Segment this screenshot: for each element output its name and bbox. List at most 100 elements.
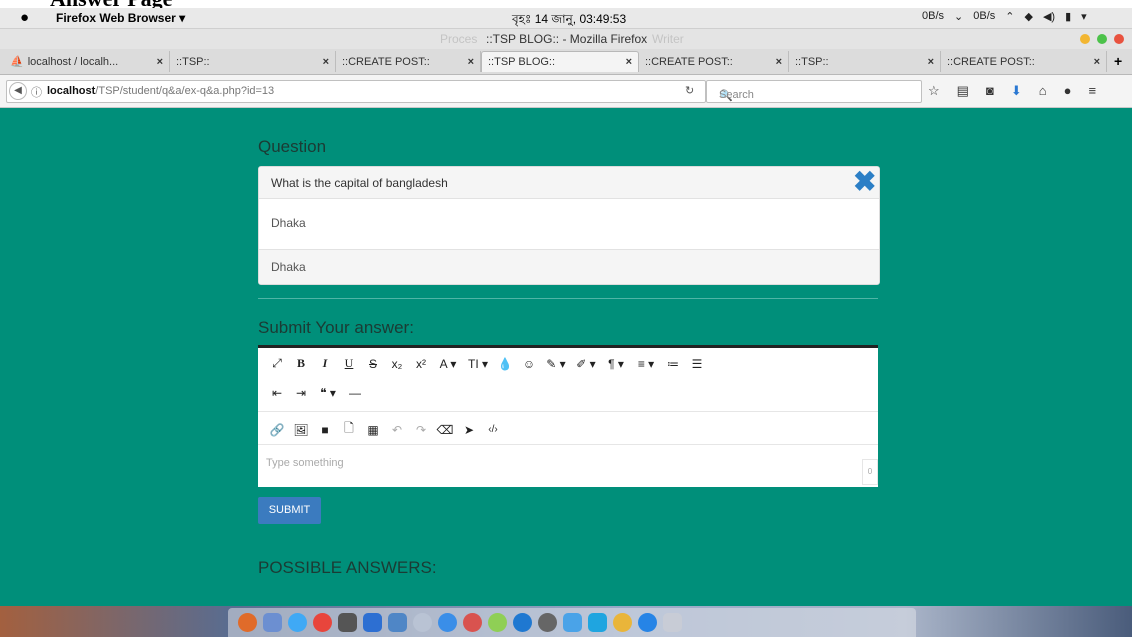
music-icon[interactable] [313, 613, 332, 632]
toolbar-row-3: 🔗 🖼 ■ 🗋 ▦ ↶ ↷ ⌫ ➤ ‹/› [266, 419, 506, 440]
search-input[interactable]: 🔍 Search [706, 80, 922, 103]
superscript-button[interactable]: x² [410, 357, 432, 371]
close-icon[interactable]: ✖ [853, 167, 876, 198]
clock[interactable]: বৃহঃ 14 জানু, 03:49:53 [512, 11, 626, 31]
tab-phpmyadmin[interactable]: ⛵ localhost / localh... × [4, 51, 170, 72]
submit-button[interactable]: SUBMIT [258, 497, 321, 524]
app-menu[interactable]: Firefox Web Browser ▾ [56, 11, 185, 25]
color-drop-icon[interactable]: 💧 [494, 357, 516, 371]
emoticon-icon[interactable]: ☺ [518, 357, 540, 371]
marker-dropdown[interactable]: ✐ ▾ [572, 357, 600, 371]
paragraph-dropdown[interactable]: ¶ ▾ [602, 357, 630, 371]
reading-list-icon[interactable]: ▤ [957, 83, 969, 99]
firefox-icon[interactable] [238, 613, 257, 632]
table-icon[interactable]: ▦ [362, 423, 384, 437]
outdent-icon[interactable]: ⇤ [266, 386, 288, 400]
tab-close-icon[interactable]: × [1094, 56, 1100, 68]
italic-button[interactable]: I [314, 356, 336, 371]
pocket-icon[interactable]: ◙ [986, 83, 994, 99]
maximize-button[interactable] [1097, 34, 1107, 44]
site-info-icon[interactable]: ⓘ [31, 84, 42, 100]
reload-icon[interactable]: ↻ [685, 84, 694, 97]
bookmark-star-icon[interactable]: ☆ [928, 83, 940, 99]
preview-icon[interactable] [263, 613, 282, 632]
window-title: ::TSP BLOG:: - Mozilla Firefox [486, 32, 648, 46]
tab-close-icon[interactable]: × [157, 56, 163, 68]
system-prefs-icon[interactable] [538, 613, 557, 632]
file-icon[interactable]: 🗋 [338, 419, 360, 440]
tab-tsp-blog[interactable]: ::TSP BLOG:: × [481, 51, 639, 72]
tab-create-post[interactable]: ::CREATE POST:: × [941, 51, 1107, 72]
nav-toolbar-icons: ☆ ▤ ◙ ⬇ ⌂ ● ≡ [928, 83, 1096, 99]
finder-icon[interactable] [388, 613, 407, 632]
indent-icon[interactable]: ⇥ [290, 386, 312, 400]
back-arrow-icon[interactable]: ◀ [9, 82, 27, 100]
volume-icon[interactable]: ◀) [1043, 10, 1055, 23]
image-icon[interactable]: 🖼 [290, 423, 312, 437]
close-window-button[interactable] [1114, 34, 1124, 44]
chrome-icon[interactable] [613, 613, 632, 632]
link-icon[interactable]: 🔗 [266, 423, 288, 437]
subscript-button[interactable]: x₂ [386, 357, 408, 371]
align-dropdown[interactable]: ≡ ▾ [632, 357, 660, 371]
messenger-icon[interactable] [513, 613, 532, 632]
status-icons: 0B/s ⌄ 0B/s ⌃ ◆ ◀) ▮ ▾ [922, 10, 1087, 23]
url-text[interactable]: localhost/TSP/student/q&a/ex-q&a.php?id=… [47, 85, 274, 97]
tab-close-icon[interactable]: × [468, 56, 474, 68]
sticker-icon[interactable] [463, 613, 482, 632]
chat-icon[interactable]: ● [1064, 83, 1072, 99]
url-bar[interactable]: ◀ ⓘ localhost/TSP/student/q&a/ex-q&a.php… [6, 80, 706, 103]
quote-dropdown[interactable]: ❝ ▾ [314, 386, 342, 400]
horizontal-rule-icon[interactable]: — [344, 386, 366, 400]
tab-tsp[interactable]: ::TSP:: × [789, 51, 941, 72]
tab-close-icon[interactable]: × [323, 56, 329, 68]
tab-create-post[interactable]: ::CREATE POST:: × [336, 51, 481, 72]
contacts-icon[interactable] [488, 613, 507, 632]
editor-textarea[interactable]: Type something [266, 457, 344, 469]
underline-button[interactable]: U [338, 356, 360, 371]
toolbar-row-1: ⤢ B I U S x₂ x² A ▾ TI ▾ 💧 ☺ ✎ ▾ ✐ ▾ ¶ ▾… [266, 356, 710, 371]
home-icon[interactable]: ⌂ [1039, 83, 1047, 99]
highlight-dropdown[interactable]: ✎ ▾ [542, 357, 570, 371]
tab-close-icon[interactable]: × [928, 56, 934, 68]
undo-icon[interactable]: ↶ [386, 423, 408, 437]
app-store-icon[interactable] [438, 613, 457, 632]
html-code-icon[interactable]: ‹/› [482, 424, 504, 435]
writer-icon[interactable] [363, 613, 382, 632]
minimize-button[interactable] [1080, 34, 1090, 44]
video-icon[interactable]: ■ [314, 423, 336, 437]
rich-text-editor: ⤢ B I U S x₂ x² A ▾ TI ▾ 💧 ☺ ✎ ▾ ✐ ▾ ¶ ▾… [258, 345, 878, 487]
select-all-icon[interactable]: ➤ [458, 423, 480, 437]
hamburger-menu-icon[interactable]: ≡ [1088, 83, 1096, 99]
net-down-rate: 0B/s [922, 10, 945, 22]
tab-close-icon[interactable]: × [626, 56, 632, 68]
dropdown-icon[interactable]: ▾ [1081, 10, 1087, 23]
fullscreen-icon[interactable]: ⤢ [266, 356, 288, 371]
wifi-icon[interactable]: ◆ [1024, 10, 1032, 23]
camera-icon[interactable] [338, 613, 357, 632]
strikethrough-button[interactable]: S [362, 357, 384, 371]
tab-close-icon[interactable]: × [776, 56, 782, 68]
battery-icon[interactable]: ▮ [1065, 10, 1071, 23]
new-tab-button[interactable]: + [1114, 53, 1122, 69]
bold-button[interactable]: B [290, 356, 312, 371]
skype-icon[interactable] [588, 613, 607, 632]
tab-tsp[interactable]: ::TSP:: × [170, 51, 336, 72]
search-placeholder: Search [719, 89, 754, 101]
font-family-dropdown[interactable]: A ▾ [434, 357, 462, 371]
ordered-list-icon[interactable]: ≔ [662, 357, 684, 371]
tab-create-post[interactable]: ::CREATE POST:: × [639, 51, 789, 72]
font-size-dropdown[interactable]: TI ▾ [464, 357, 492, 371]
bluetooth-icon[interactable] [563, 613, 582, 632]
redo-icon[interactable]: ↷ [410, 423, 432, 437]
messages-icon[interactable] [288, 613, 307, 632]
download-icon[interactable]: ⬇ [1011, 83, 1022, 99]
messenger-icon[interactable] [638, 613, 657, 632]
tab-label: ::CREATE POST:: [342, 55, 430, 68]
unordered-list-icon[interactable]: ☰ [686, 357, 708, 371]
settings-icon[interactable] [413, 613, 432, 632]
apple-icon[interactable]: ● [20, 9, 29, 26]
app-grid-icon[interactable] [663, 613, 682, 632]
possible-answers-heading: POSSIBLE ANSWERS: [258, 558, 437, 577]
eraser-icon[interactable]: ⌫ [434, 423, 456, 437]
